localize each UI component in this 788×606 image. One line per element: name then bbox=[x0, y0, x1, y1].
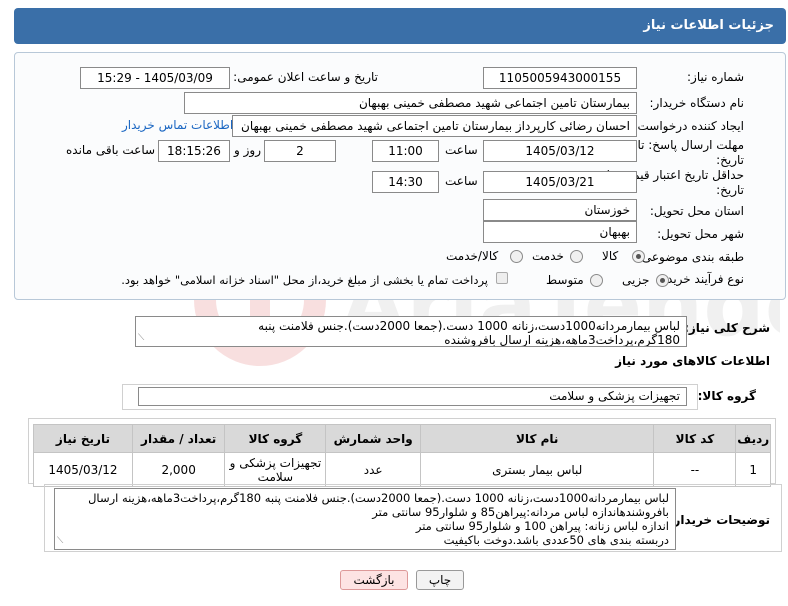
print-button[interactable]: چاپ bbox=[416, 570, 464, 590]
need-number-label: شماره نیاز: bbox=[687, 70, 744, 84]
category-option-goods: کالا bbox=[602, 249, 619, 263]
items-table: ردیف کد کالا نام کالا واحد شمارش گروه کا… bbox=[33, 424, 771, 487]
buyer-notes-textarea[interactable]: لباس بیمارمردانه1000دست،زنانه 1000 دست.(… bbox=[54, 488, 676, 550]
category-radio-goods[interactable] bbox=[632, 250, 645, 263]
buyer-org-label: نام دستگاه خریدار: bbox=[649, 96, 745, 110]
reply-time-label: ساعت bbox=[445, 143, 478, 157]
buyer-notes-line: اندازه لباس زنانه: پیراهن 100 و شلوار95 … bbox=[415, 519, 669, 533]
col-header-goods-name: نام کالا bbox=[419, 424, 655, 453]
goods-group-label: گروه کالا: bbox=[697, 389, 756, 403]
cell-goods-group: تجهیزات پزشکی و سلامت bbox=[224, 452, 327, 487]
col-header-goods-group: گروه کالا bbox=[224, 424, 327, 453]
goods-info-title: اطلاعات کالاهای مورد نیاز bbox=[615, 354, 770, 368]
need-number-field: 1105005943000155 bbox=[483, 67, 637, 89]
page-header: جزئیات اطلاعات نیاز bbox=[14, 8, 786, 44]
city-field: بهبهان bbox=[483, 221, 637, 243]
cell-unit: عدد bbox=[325, 452, 421, 487]
buyer-notes-label: توضیحات خریدار: bbox=[668, 513, 770, 527]
items-table-header-row: ردیف کد کالا نام کالا واحد شمارش گروه کا… bbox=[33, 424, 771, 453]
purchase-option-medium: متوسط bbox=[546, 273, 584, 287]
category-option-goods-service: کالا/خدمت bbox=[446, 249, 499, 263]
resize-grip-icon[interactable]: ⟋ bbox=[138, 331, 144, 345]
treasury-note: پرداخت تمام یا بخشی از مبلغ خرید،از محل … bbox=[121, 273, 488, 287]
purchase-radio-minor[interactable] bbox=[656, 274, 669, 287]
cell-goods-code: -- bbox=[653, 452, 737, 487]
general-description-textarea[interactable]: لباس بیمارمردانه1000دست،زنانه 1000 دست.(… bbox=[135, 316, 687, 347]
requester-field: احسان رضائی کارپرداز بیمارستان تامین اجت… bbox=[232, 115, 637, 137]
resize-grip-icon[interactable]: ⟋ bbox=[57, 534, 63, 548]
cell-row-number: 1 bbox=[735, 452, 771, 487]
reply-deadline-time: 11:00 bbox=[372, 140, 439, 162]
col-header-row-number: ردیف bbox=[735, 424, 771, 453]
col-header-quantity: تعداد / مقدار bbox=[131, 424, 226, 453]
announce-datetime-field: 1405/03/09 - 15:29 bbox=[80, 67, 230, 89]
price-validity-time: 14:30 bbox=[372, 171, 439, 193]
reply-days-label: روز و bbox=[234, 143, 261, 157]
buyer-notes-line: دربسته بندی های 50عددی باشد.دوخت باکیفیت bbox=[443, 533, 669, 547]
goods-group-field: تجهیزات پزشکی و سلامت bbox=[138, 387, 687, 406]
buyer-contact-link[interactable]: اطلاعات تماس خریدار bbox=[122, 118, 233, 132]
col-header-need-date: تاریخ نیاز bbox=[33, 424, 133, 453]
reply-deadline-label: مهلت ارسال پاسخ: تا تاریخ: bbox=[637, 138, 744, 167]
price-validity-date: 1405/03/21 bbox=[483, 171, 637, 193]
province-field: خوزستان bbox=[483, 199, 637, 221]
col-header-goods-code: کد کالا bbox=[653, 424, 737, 453]
purchase-option-minor: جزیی bbox=[622, 273, 650, 287]
general-description-text: لباس بیمارمردانه1000دست،زنانه 1000 دست.(… bbox=[258, 319, 680, 347]
back-button[interactable]: بازگشت bbox=[340, 570, 408, 590]
requester-label: ایجاد کننده درخواست: bbox=[633, 119, 744, 133]
cell-goods-name: لباس بیمار بستری bbox=[419, 452, 655, 487]
price-validity-time-label: ساعت bbox=[445, 174, 478, 188]
city-label: شهر محل تحویل: bbox=[657, 227, 744, 241]
category-option-service: خدمت bbox=[532, 249, 564, 263]
buyer-notes-line: بافروشندهاندازه لباس مردانه:پیراهن85 و ش… bbox=[372, 505, 669, 519]
col-header-unit: واحد شمارش bbox=[325, 424, 421, 453]
category-label: طبقه بندی موضوعی: bbox=[637, 250, 744, 264]
announce-datetime-label: تاریخ و ساعت اعلان عمومی: bbox=[233, 70, 378, 84]
general-description-label: شرح کلی نیاز: bbox=[684, 321, 770, 335]
remaining-time-label: ساعت باقی مانده bbox=[66, 143, 156, 157]
cell-need-date: 1405/03/12 bbox=[33, 452, 133, 487]
reply-deadline-date: 1405/03/12 bbox=[483, 140, 637, 162]
category-radio-goods-service[interactable] bbox=[510, 250, 523, 263]
remaining-time-field: 18:15:26 bbox=[158, 140, 230, 162]
province-label: استان محل تحویل: bbox=[649, 204, 744, 218]
purchase-radio-medium[interactable] bbox=[590, 274, 603, 287]
buyer-notes-line: لباس بیمارمردانه1000دست،زنانه 1000 دست.(… bbox=[88, 491, 669, 505]
page-title: جزئیات اطلاعات نیاز bbox=[643, 18, 774, 33]
cell-quantity: 2,000 bbox=[131, 452, 226, 487]
table-row[interactable]: 1 -- لباس بیمار بستری عدد تجهیزات پزشکی … bbox=[33, 452, 771, 487]
category-radio-service[interactable] bbox=[570, 250, 583, 263]
treasury-checkbox[interactable] bbox=[496, 272, 508, 284]
buyer-org-field: بیمارستان تامین اجتماعی شهید مصطفی خمینی… bbox=[184, 92, 637, 114]
purchase-type-label: نوع فرآیند خرید : bbox=[659, 272, 744, 286]
reply-days-field: 2 bbox=[264, 140, 336, 162]
